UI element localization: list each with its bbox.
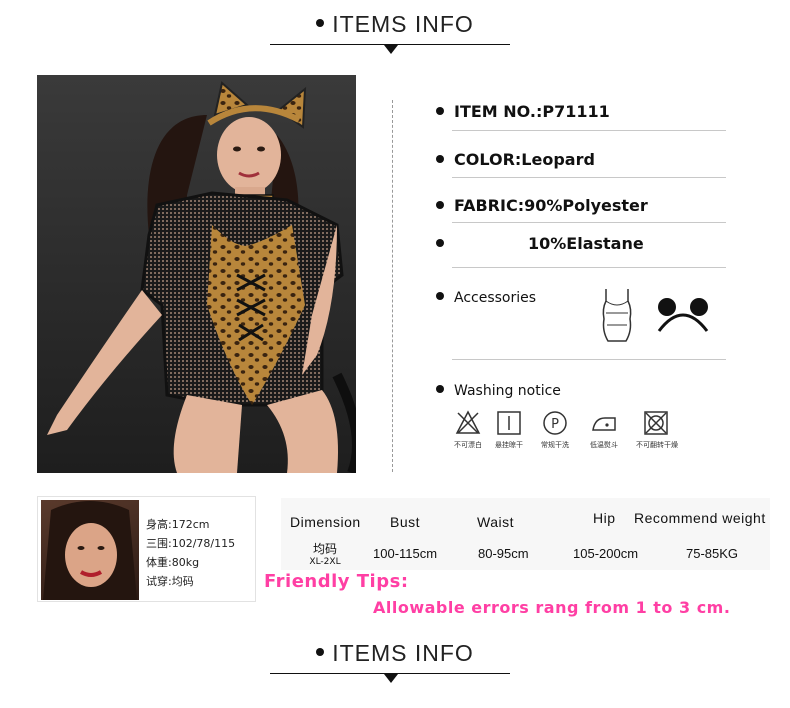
model-card: 身高:172cm 三围:102/78/115 体重:80kg 试穿:均码 bbox=[37, 496, 256, 602]
dim-value-hip: 105-200cm bbox=[573, 546, 639, 561]
bullet-dot bbox=[436, 200, 444, 209]
model-info: 身高:172cm 三围:102/78/115 体重:80kg 试穿:均码 bbox=[146, 515, 235, 591]
bullet-dot bbox=[436, 106, 444, 115]
header-triangle-icon bbox=[384, 45, 398, 54]
dim-value-bust: 100-115cm bbox=[373, 546, 438, 561]
tips-body: Allowable errors rang from 1 to 3 cm. bbox=[373, 598, 731, 617]
spec-divider bbox=[452, 359, 726, 360]
model-height: 身高:172cm bbox=[146, 518, 210, 531]
spec-divider bbox=[452, 222, 726, 223]
no-tumble-dry-icon: 不可翻转干燥 bbox=[636, 410, 678, 450]
spec-fabric: FABRIC:90%Polyester bbox=[436, 196, 648, 215]
header-title: ITEMS INFO bbox=[332, 640, 474, 666]
bullet-dot bbox=[316, 647, 325, 656]
bullet-dot bbox=[436, 154, 444, 163]
no-bleach-icon: 不可漂白 bbox=[448, 410, 488, 450]
hang-dry-icon: 悬挂晾干 bbox=[489, 410, 529, 450]
bodysuit-icon bbox=[598, 287, 636, 351]
dim-header-recommend-weight: Recommend weight bbox=[634, 510, 766, 526]
low-iron-icon: 低温熨斗 bbox=[584, 410, 624, 450]
model-weight: 体重:80kg bbox=[146, 556, 200, 569]
spec-accessories: Accessories bbox=[436, 290, 536, 306]
spec-divider bbox=[452, 177, 726, 178]
spec-washing: Washing notice bbox=[436, 383, 561, 399]
model-measurements: 三围:102/78/115 bbox=[146, 537, 236, 550]
dim-value-weight: 75-85KG bbox=[686, 546, 739, 561]
product-photo bbox=[37, 75, 356, 473]
cat-ears-icon bbox=[655, 295, 711, 339]
items-info-header-top: ITEMS INFO bbox=[0, 11, 790, 38]
dry-clean-icon: P 常规干洗 bbox=[535, 410, 575, 450]
dim-header-bust: Bust bbox=[390, 514, 421, 530]
bullet-dot bbox=[436, 292, 444, 300]
spec-item-no: ITEM NO.:P71111 bbox=[436, 102, 610, 121]
spec-divider bbox=[452, 267, 726, 268]
model-tried-size: 试穿:均码 bbox=[146, 575, 194, 588]
dim-header-hip: Hip bbox=[593, 510, 616, 526]
spec-divider bbox=[452, 130, 726, 131]
dim-header-dimension: Dimension bbox=[290, 514, 361, 530]
spec-fabric-2: 10%Elastane bbox=[436, 234, 644, 253]
dim-header-waist: Waist bbox=[477, 514, 514, 530]
bullet-dot bbox=[316, 18, 325, 27]
model-avatar bbox=[41, 500, 139, 600]
dashed-divider bbox=[392, 100, 393, 472]
spec-color: COLOR:Leopard bbox=[436, 150, 595, 169]
dim-value-waist: 80-95cm bbox=[478, 546, 529, 561]
dim-size-cell: 均码 XL-2XL bbox=[309, 542, 341, 567]
items-info-header-bottom: ITEMS INFO bbox=[0, 640, 790, 667]
header-triangle-icon bbox=[384, 674, 398, 683]
tips-title: Friendly Tips: bbox=[264, 571, 409, 592]
header-title: ITEMS INFO bbox=[332, 11, 474, 37]
bullet-dot bbox=[436, 385, 444, 393]
svg-text:P: P bbox=[551, 417, 559, 432]
bullet-dot bbox=[436, 238, 444, 247]
